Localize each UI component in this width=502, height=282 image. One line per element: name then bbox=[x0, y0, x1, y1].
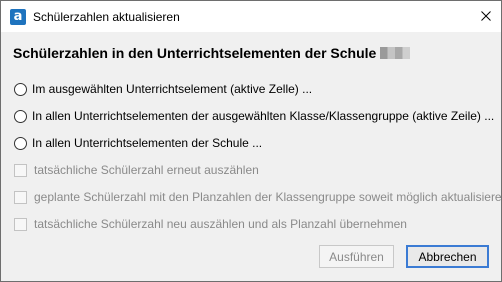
close-icon bbox=[481, 11, 491, 21]
dialog-window: a Schülerzahlen aktualisieren Schülerzah… bbox=[0, 0, 502, 282]
radio-label: Im ausgewählten Unterrichtselement (akti… bbox=[32, 82, 313, 96]
radio-active-cell[interactable]: Im ausgewählten Unterrichtselement (akti… bbox=[14, 82, 312, 96]
checkbox[interactable] bbox=[14, 190, 27, 204]
radio-active-row[interactable]: In allen Unterrichtselementen der ausgew… bbox=[14, 109, 494, 123]
window-title: Schülerzahlen aktualisieren bbox=[33, 10, 180, 24]
checkbox[interactable] bbox=[14, 163, 27, 177]
radio-button[interactable] bbox=[14, 136, 27, 150]
radio-label: In allen Unterrichtselementen der Schule… bbox=[32, 136, 263, 150]
checkbox-update-planned[interactable]: geplante Schülerzahl mit den Planzahlen … bbox=[14, 190, 502, 204]
redacted-school-name bbox=[380, 47, 411, 59]
page-title: Schülerzahlen in den Unterrichtselemente… bbox=[13, 45, 411, 61]
close-button[interactable] bbox=[471, 1, 501, 31]
checkbox[interactable] bbox=[14, 217, 27, 231]
radio-label: In allen Unterrichtselementen der ausgew… bbox=[32, 109, 495, 123]
radio-button[interactable] bbox=[14, 82, 27, 96]
radio-button[interactable] bbox=[14, 109, 27, 123]
checkbox-label: geplante Schülerzahl mit den Planzahlen … bbox=[34, 190, 502, 204]
app-logo-icon: a bbox=[10, 9, 26, 25]
checkbox-label: tatsächliche Schülerzahl neu auszählen u… bbox=[34, 217, 407, 231]
checkbox-recount-actual[interactable]: tatsächliche Schülerzahl erneut auszähle… bbox=[14, 163, 259, 177]
run-button[interactable]: Ausführen bbox=[319, 245, 394, 268]
cancel-button[interactable]: Abbrechen bbox=[406, 245, 489, 268]
checkbox-recount-as-plan[interactable]: tatsächliche Schülerzahl neu auszählen u… bbox=[14, 217, 407, 231]
radio-whole-school[interactable]: In allen Unterrichtselementen der Schule… bbox=[14, 136, 262, 150]
checkbox-label: tatsächliche Schülerzahl erneut auszähle… bbox=[34, 163, 259, 177]
title-bar: a Schülerzahlen aktualisieren bbox=[1, 1, 501, 32]
heading-text: Schülerzahlen in den Unterrichtselemente… bbox=[13, 45, 377, 61]
dialog-content: Schülerzahlen in den Unterrichtselemente… bbox=[1, 32, 502, 281]
